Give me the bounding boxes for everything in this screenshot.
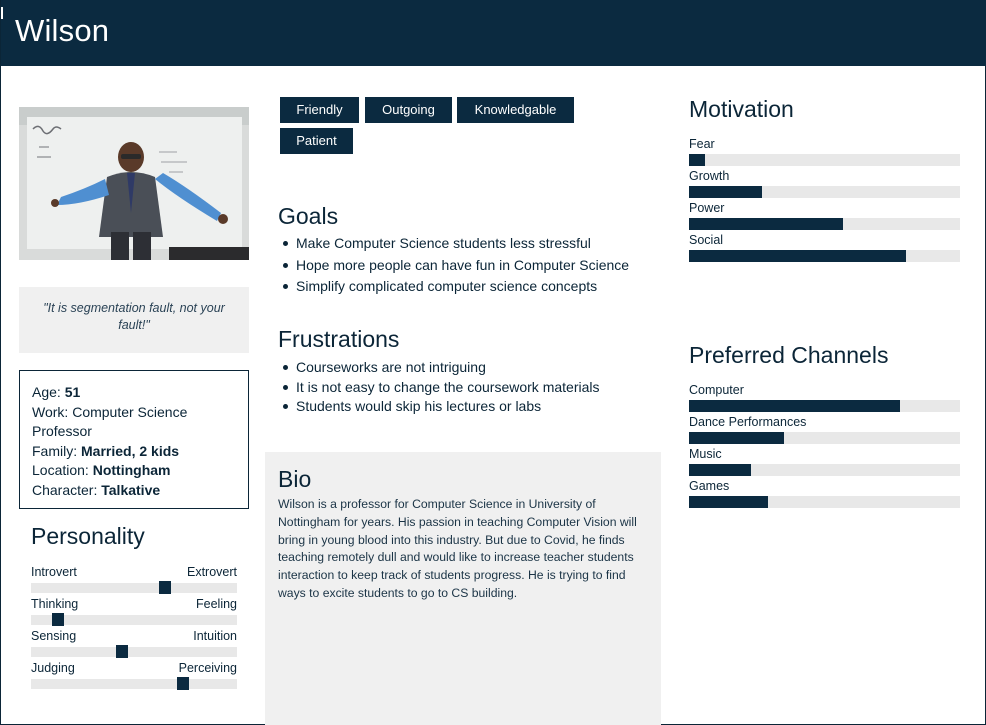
personality-slider-judging-perceiving: Judging Perceiving (31, 661, 237, 690)
persona-facts: Age: 51 Work: Computer Science Professor… (19, 370, 249, 509)
slider-left-label: Introvert (31, 565, 77, 579)
fact-character: Character: Talkative (32, 481, 236, 501)
persona-photo-illustration (19, 107, 249, 260)
persona-page: Wilson "It is segmentation fault, not yo… (0, 0, 986, 725)
bar-fill (689, 464, 752, 476)
slider-right-label: Perceiving (178, 661, 237, 675)
slider-track[interactable] (31, 645, 237, 658)
bar-label: Growth (689, 169, 730, 183)
bar-label: Computer (689, 383, 744, 397)
motivation-bar-growth: Growth (689, 169, 960, 201)
goals-list: Make Computer Science students less stre… (279, 234, 629, 299)
slider-left-label: Thinking (31, 597, 79, 611)
trait-tag-knowledgable: Knowledgable (457, 97, 574, 123)
bar-fill (689, 186, 763, 198)
motivation-title: Motivation (689, 96, 794, 122)
bar-fill (689, 154, 706, 166)
fact-age-value: 51 (64, 384, 81, 400)
motivation-bar-fear: Fear (689, 137, 960, 169)
slider-left-label: Sensing (31, 629, 77, 643)
bar-fill (689, 496, 768, 508)
channel-bar-music: Music (689, 447, 960, 479)
bio-panel: Bio Wilson is a professor for Computer S… (265, 452, 661, 725)
fact-character-value: Talkative (101, 481, 161, 498)
slider-track[interactable] (31, 613, 237, 626)
bar-label: Fear (689, 137, 715, 151)
motivation-bar-social: Social (689, 233, 960, 265)
slider-track[interactable] (31, 581, 237, 594)
bar-label: Social (689, 233, 724, 247)
bar-fill (689, 432, 784, 444)
trait-tag-patient: Patient (280, 128, 353, 154)
persona-photo (19, 107, 249, 260)
persona-quote: "It is segmentation fault, not your faul… (19, 287, 249, 353)
fact-location-value: Nottingham (92, 462, 171, 478)
personality-slider-sensing-intuition: Sensing Intuition (31, 629, 237, 658)
slider-knob[interactable] (115, 645, 128, 658)
bar-label: Dance Performances (689, 415, 807, 429)
motivation-bar-power: Power (689, 201, 960, 233)
channels-title: Preferred Channels (689, 342, 889, 368)
header-bar: Wilson (1, 0, 986, 66)
bar-label: Music (689, 447, 722, 461)
fact-family-value: Married, 2 kids (81, 442, 180, 459)
bio-text: Wilson is a professor for Computer Scien… (278, 497, 637, 600)
trait-tag-friendly: Friendly (280, 97, 359, 123)
slider-right-label: Extrovert (186, 565, 237, 579)
bar-label: Games (689, 479, 730, 493)
bar-track (689, 464, 960, 476)
slider-right-label: Feeling (196, 597, 237, 611)
channel-bar-dance-performances: Dance Performances (689, 415, 960, 447)
bio-title: Bio (278, 466, 312, 492)
bar-track (689, 250, 960, 262)
personality-title: Personality (31, 523, 145, 549)
fact-location-label: Location: (32, 462, 89, 478)
fact-character-label: Character: (32, 481, 98, 498)
bar-track (689, 496, 960, 508)
fact-age-label: Age: (32, 384, 61, 400)
bar-fill (689, 218, 844, 230)
fact-work: Work: Computer Science Professor (32, 403, 236, 442)
frustrations-title: Frustrations (278, 326, 400, 352)
slider-knob[interactable] (51, 613, 64, 626)
bar-track (689, 218, 960, 230)
slider-track[interactable] (31, 677, 237, 690)
header-edge-mark (1, 7, 3, 19)
slider-right-label: Intuition (193, 629, 237, 643)
list-item: It is not easy to change the coursework … (279, 378, 599, 398)
list-item: Students would skip his lectures or labs (279, 397, 599, 417)
bar-track (689, 400, 960, 412)
fact-family: Family: Married, 2 kids (32, 442, 236, 462)
fact-work-label: Work: (32, 403, 69, 420)
personality-slider-introvert-extrovert: Introvert Extrovert (31, 565, 237, 594)
fact-family-label: Family: (32, 442, 78, 459)
slider-knob[interactable] (177, 677, 190, 690)
goals-title: Goals (278, 203, 339, 229)
channel-bar-computer: Computer (689, 383, 960, 415)
list-item: Courseworks are not intriguing (279, 358, 599, 378)
frustrations-list: Courseworks are not intriguing It is not… (279, 358, 599, 417)
bar-label: Power (689, 201, 725, 215)
bar-fill (689, 400, 901, 412)
bar-track (689, 186, 960, 198)
bar-track (689, 154, 960, 166)
persona-name: Wilson (15, 13, 110, 48)
slider-left-label: Judging (31, 661, 75, 675)
list-item: Make Computer Science students less stre… (279, 234, 629, 256)
fact-age: Age: 51 (32, 383, 236, 403)
channel-bar-games: Games (689, 479, 960, 511)
list-item: Hope more people can have fun in Compute… (279, 256, 629, 278)
fact-location: Location: Nottingham (32, 461, 236, 481)
bar-track (689, 432, 960, 444)
trait-tag-outgoing: Outgoing (365, 97, 452, 123)
bar-fill (689, 250, 906, 262)
personality-slider-thinking-feeling: Thinking Feeling (31, 597, 237, 626)
slider-knob[interactable] (158, 581, 171, 594)
list-item: Simplify complicated computer science co… (279, 277, 629, 299)
